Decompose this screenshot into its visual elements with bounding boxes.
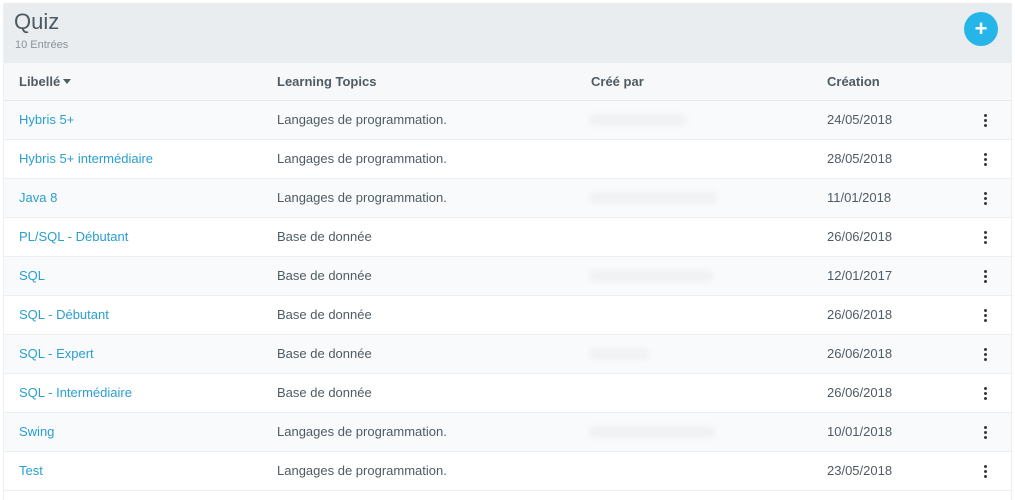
creator-redacted (589, 114, 687, 126)
quiz-date: 12/01/2017 (827, 268, 893, 283)
quiz-link[interactable]: SQL - Intermédiaire (19, 374, 132, 412)
quiz-link[interactable]: Java 8 (19, 179, 57, 217)
quiz-date: 10/01/2018 (827, 424, 893, 439)
more-vertical-icon (984, 348, 987, 361)
panel-header: Quiz 10 Entrées + (4, 3, 1011, 63)
caret-down-icon (63, 79, 72, 84)
quiz-date: 24/05/2018 (827, 112, 893, 127)
table-row: Java 8 Langages de programmation. 11/01/… (4, 179, 1011, 218)
entry-count: 10 Entrées (15, 39, 69, 51)
quiz-date: 26/06/2018 (827, 346, 893, 361)
quiz-topic: Langages de programmation. (277, 463, 447, 478)
more-vertical-icon (984, 192, 987, 205)
table-row: Hybris 5+ Langages de programmation. 24/… (4, 101, 1011, 140)
quiz-link[interactable]: SQL - Débutant (19, 296, 109, 334)
quiz-table-body: Hybris 5+ Langages de programmation. 24/… (4, 101, 1011, 491)
table-row: SQL - Débutant Base de donnée 26/06/2018 (4, 296, 1011, 335)
table-row: SQL - Intermédiaire Base de donnée 26/06… (4, 374, 1011, 413)
row-menu-button[interactable] (976, 413, 996, 451)
quiz-link[interactable]: Test (19, 452, 43, 490)
column-header-creator: Créé par (591, 74, 644, 89)
quiz-link[interactable]: SQL (19, 257, 45, 295)
table-row: Swing Langages de programmation. 10/01/2… (4, 413, 1011, 452)
more-vertical-icon (984, 387, 987, 400)
table-header: Libellé Learning Topics Créé par Créatio… (4, 63, 1011, 101)
more-vertical-icon (984, 231, 987, 244)
quiz-date: 26/06/2018 (827, 307, 893, 322)
creator-redacted (589, 270, 713, 282)
more-vertical-icon (984, 309, 987, 322)
quiz-link[interactable]: PL/SQL - Débutant (19, 218, 128, 256)
column-header-libelle[interactable]: Libellé (19, 63, 72, 101)
quiz-topic: Langages de programmation. (277, 151, 447, 166)
quiz-link[interactable]: SQL - Expert (19, 335, 94, 373)
table-row: PL/SQL - Débutant Base de donnée 26/06/2… (4, 218, 1011, 257)
creator-redacted (589, 426, 715, 438)
more-vertical-icon (984, 114, 987, 127)
more-vertical-icon (984, 465, 987, 478)
quiz-topic: Base de donnée (277, 385, 372, 400)
row-menu-button[interactable] (976, 101, 996, 139)
column-header-libelle-label: Libellé (19, 74, 61, 89)
quiz-topic: Base de donnée (277, 307, 372, 322)
table-row: Hybris 5+ intermédiaire Langages de prog… (4, 140, 1011, 179)
quiz-panel: Quiz 10 Entrées + Libellé Learning Topic… (3, 3, 1012, 500)
quiz-link[interactable]: Hybris 5+ intermédiaire (19, 140, 153, 178)
table-row: SQL Base de donnée 12/01/2017 (4, 257, 1011, 296)
more-vertical-icon (984, 426, 987, 439)
quiz-topic: Langages de programmation. (277, 190, 447, 205)
quiz-topic: Base de donnée (277, 268, 372, 283)
quiz-date: 26/06/2018 (827, 229, 893, 244)
row-menu-button[interactable] (976, 257, 996, 295)
quiz-date: 23/05/2018 (827, 463, 893, 478)
row-menu-button[interactable] (976, 452, 996, 490)
more-vertical-icon (984, 270, 987, 283)
quiz-date: 11/01/2018 (827, 190, 892, 205)
creator-redacted (589, 348, 649, 360)
add-quiz-button[interactable]: + (964, 12, 998, 46)
row-menu-button[interactable] (976, 179, 996, 217)
table-row: Test Langages de programmation. 23/05/20… (4, 452, 1011, 491)
quiz-date: 26/06/2018 (827, 385, 893, 400)
row-menu-button[interactable] (976, 140, 996, 178)
creator-redacted (589, 192, 717, 204)
page-title: Quiz (14, 9, 60, 34)
quiz-topic: Langages de programmation. (277, 424, 447, 439)
row-menu-button[interactable] (976, 374, 996, 412)
more-vertical-icon (984, 153, 987, 166)
table-row: SQL - Expert Base de donnée 26/06/2018 (4, 335, 1011, 374)
quiz-link[interactable]: Hybris 5+ (19, 101, 74, 139)
row-menu-button[interactable] (976, 218, 996, 256)
plus-icon: + (974, 16, 988, 41)
column-header-topics: Learning Topics (277, 74, 377, 89)
quiz-topic: Langages de programmation. (277, 112, 447, 127)
row-menu-button[interactable] (976, 335, 996, 373)
quiz-topic: Base de donnée (277, 346, 372, 361)
column-header-date: Création (827, 74, 880, 89)
quiz-date: 28/05/2018 (827, 151, 893, 166)
quiz-topic: Base de donnée (277, 229, 372, 244)
row-menu-button[interactable] (976, 296, 996, 334)
quiz-link[interactable]: Swing (19, 413, 54, 451)
